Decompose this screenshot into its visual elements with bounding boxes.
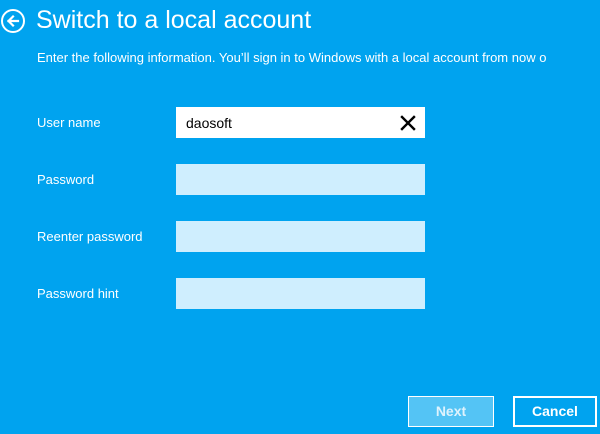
reenter-password-label: Reenter password [37, 229, 143, 244]
page-title: Switch to a local account [36, 6, 312, 34]
password-hint-label: Password hint [37, 286, 119, 301]
next-button[interactable]: Next [408, 396, 494, 427]
cancel-button[interactable]: Cancel [513, 396, 597, 427]
reenter-password-input[interactable] [176, 221, 425, 252]
clear-username-button[interactable] [398, 113, 418, 133]
username-label: User name [37, 115, 101, 130]
password-hint-input[interactable] [176, 278, 425, 309]
username-input[interactable] [176, 107, 425, 138]
back-button[interactable] [1, 9, 25, 33]
instructions-text: Enter the following information. You’ll … [37, 50, 547, 65]
password-label: Password [37, 172, 95, 187]
password-input[interactable] [176, 164, 425, 195]
back-arrow-icon [6, 14, 20, 28]
close-x-icon [400, 115, 416, 131]
